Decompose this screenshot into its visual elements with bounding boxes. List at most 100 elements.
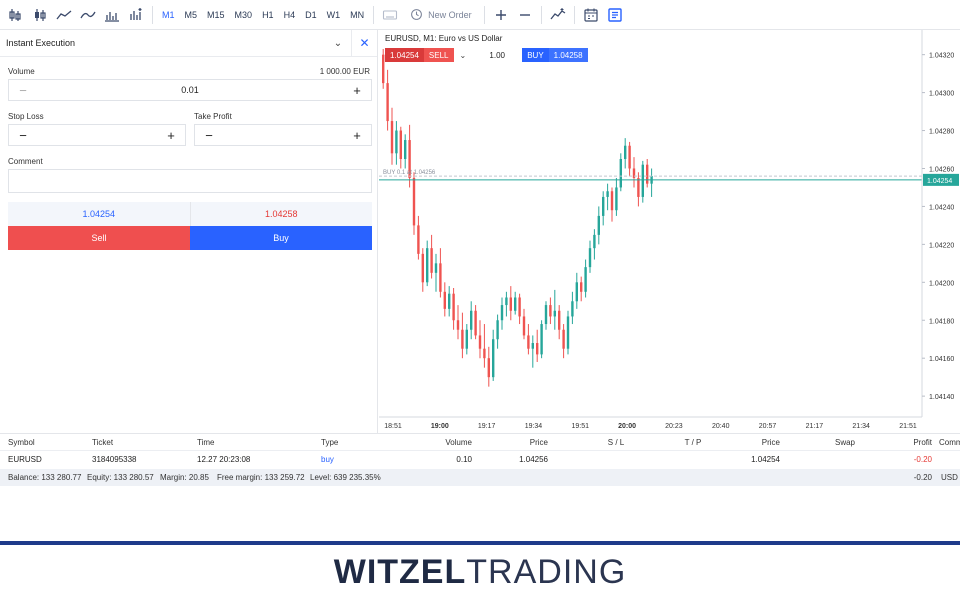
crosshair-icon[interactable] [4, 3, 28, 27]
footer-banner: WITZEL TRADING [0, 545, 960, 600]
zoom-out-icon[interactable] [513, 3, 537, 27]
price-tick-label: 1.04240 [929, 204, 954, 211]
logo-bold-text: WITZEL [333, 553, 467, 591]
order-panel-toggle-icon[interactable] [603, 3, 627, 27]
col-time[interactable]: Time [197, 434, 214, 451]
col-current-price[interactable]: Price [740, 434, 780, 451]
timeframe-m15[interactable]: M15 [202, 3, 230, 27]
row-sl[interactable] [596, 451, 636, 468]
row-swap [815, 451, 855, 468]
candlestick-chart-icon[interactable] [28, 3, 52, 27]
col-tp[interactable]: T / P [673, 434, 713, 451]
indicator-function-icon[interactable] [546, 3, 570, 27]
timeframe-d1[interactable]: D1 [300, 3, 322, 27]
one-click-sell-button[interactable]: SELL [423, 48, 454, 62]
zoom-in-icon[interactable] [489, 3, 513, 27]
candle-body [553, 310, 556, 317]
col-swap[interactable]: Swap [815, 434, 855, 451]
candle-body [527, 335, 530, 349]
take-profit-increase-button[interactable]: + [351, 129, 363, 142]
time-tick-label: 21:34 [852, 423, 870, 430]
candle-body [531, 343, 534, 349]
sell-button[interactable]: Sell [8, 226, 190, 250]
price-tick-label: 1.04280 [929, 129, 954, 136]
volume-increase-button[interactable]: + [351, 84, 363, 97]
price-chart[interactable]: BUY 0.1 at 1.04256 1.04254 1.04320 1.04300… [379, 30, 960, 433]
col-type[interactable]: Type [321, 434, 338, 451]
close-icon[interactable]: ✕ [351, 29, 377, 57]
row-ticket: 3184095338 [92, 455, 137, 464]
price-tick-label: 1.04200 [929, 280, 954, 287]
col-price[interactable]: Price [500, 434, 548, 451]
chevron-down-icon[interactable]: ⌄ [325, 38, 351, 49]
col-sl[interactable]: S / L [596, 434, 636, 451]
row-tp[interactable] [673, 451, 713, 468]
row-price: 1.04256 [519, 455, 548, 464]
timeframe-w1[interactable]: W1 [322, 3, 346, 27]
chevron-down-icon[interactable]: ⌄ [454, 48, 473, 62]
account-summary: Balance: 133 280.77 Equity: 133 280.57 M… [0, 469, 960, 486]
indicators-icon[interactable] [124, 3, 148, 27]
one-click-quantity-input[interactable]: 1.00 [472, 48, 522, 62]
calendar-icon[interactable] [579, 3, 603, 27]
candle-body [434, 263, 438, 273]
positions-panel: Symbol Ticket Time Type Volume Price S /… [0, 433, 960, 541]
new-order-button[interactable]: New Order [402, 3, 480, 27]
candle-body [522, 316, 526, 336]
one-click-sell-price[interactable]: 1.04254 [385, 48, 424, 62]
candle-body [544, 305, 548, 325]
col-ticket[interactable]: Ticket [92, 434, 113, 451]
account-balance: Balance: 133 280.77 [8, 473, 82, 482]
stop-loss-increase-button[interactable]: + [165, 129, 177, 142]
timeframe-m30[interactable]: M30 [230, 3, 258, 27]
toolbar-separator [373, 5, 375, 24]
area-chart-icon[interactable] [76, 3, 100, 27]
line-chart-icon[interactable] [52, 3, 76, 27]
take-profit-stepper[interactable]: − + [194, 124, 372, 146]
price-axis: 1.04320 1.04300 1.04280 1.04260 1.04240 1.042… [921, 30, 954, 417]
candle-body [487, 358, 490, 378]
volume-decrease-button[interactable]: − [17, 84, 29, 97]
chart-canvas[interactable]: BUY 0.1 at 1.04256 1.04254 1.04320 1.04300… [379, 30, 960, 433]
col-volume[interactable]: Volume [420, 434, 472, 451]
candle-body [641, 164, 644, 197]
volume-bars-icon[interactable] [100, 3, 124, 27]
keyboard-icon[interactable] [378, 3, 402, 27]
comment-input[interactable] [8, 169, 372, 193]
price-tick-label: 1.04220 [929, 242, 954, 249]
candle-body [461, 329, 464, 349]
row-time: 12.27 20:23:08 [197, 455, 251, 464]
price-tick-label: 1.04160 [929, 356, 954, 363]
volume-value-info: 1 000.00 EUR [319, 67, 370, 76]
candle-body [536, 343, 539, 355]
candle-body [474, 310, 477, 336]
one-click-buy-price[interactable]: 1.04258 [548, 48, 588, 62]
toolbar-separator [483, 5, 485, 24]
timeframe-h1[interactable]: H1 [257, 3, 279, 27]
timeframe-mn[interactable]: MN [345, 3, 369, 27]
candle-body [430, 248, 433, 273]
candle-body [465, 329, 468, 349]
stop-loss-label: Stop Loss [8, 112, 44, 121]
candle-body [566, 316, 570, 349]
col-comment[interactable]: Comm [939, 434, 960, 451]
one-click-buy-button[interactable]: BUY [522, 48, 549, 62]
account-free-margin: Free margin: 133 259.72 [217, 473, 305, 482]
buy-button[interactable]: Buy [190, 226, 372, 250]
col-symbol[interactable]: Symbol [8, 434, 35, 451]
time-tick-label: 21:51 [899, 423, 917, 430]
order-panel: Instant Execution ⌄ ✕ Volume 1 000.00 EU… [0, 29, 378, 433]
volume-stepper[interactable]: − 0.01 + [8, 79, 372, 101]
timeframe-m1[interactable]: M1 [157, 3, 180, 27]
volume-input[interactable]: 0.01 [181, 85, 199, 95]
take-profit-decrease-button[interactable]: − [203, 129, 215, 142]
timeframe-h4[interactable]: H4 [279, 3, 301, 27]
stop-loss-decrease-button[interactable]: − [17, 129, 29, 142]
table-row[interactable]: EURUSD 3184095338 12.27 20:23:08 buy 0.1… [0, 451, 960, 468]
timeframe-m5[interactable]: M5 [180, 3, 203, 27]
col-profit[interactable]: Profit [890, 434, 932, 451]
toolbar-separator [540, 5, 542, 24]
order-type-header: Instant Execution ⌄ ✕ [0, 29, 377, 57]
candle-body [602, 196, 605, 216]
stop-loss-stepper[interactable]: − + [8, 124, 186, 146]
